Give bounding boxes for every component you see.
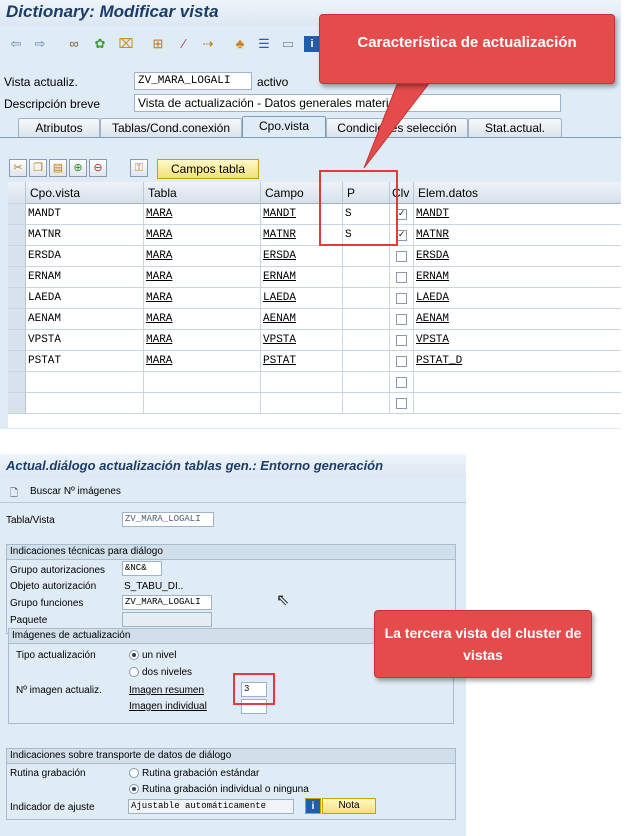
imagen-individual-label: Imagen individual xyxy=(129,701,207,712)
tipo-actualizacion-label: Tipo actualización xyxy=(16,650,96,661)
radio-rutina-individual[interactable] xyxy=(129,784,139,794)
dialog-title: Actual.diálogo actualización tablas gen.… xyxy=(6,458,384,473)
indicador-ajuste-label: Indicador de ajuste xyxy=(10,802,95,813)
radio-rutina-individual-label: Rutina grabación individual o ninguna xyxy=(142,784,309,795)
grupo-aut-label: Grupo autorizaciones xyxy=(10,565,106,576)
tabla-vista-label: Tabla/Vista xyxy=(6,515,55,526)
callout-bottom-text: La tercera vista del cluster de vistas xyxy=(384,625,582,663)
objeto-aut-value: S_TABU_DI.. xyxy=(124,581,184,592)
rutina-grabacion-label: Rutina grabación xyxy=(10,768,86,779)
info-icon[interactable]: i xyxy=(305,798,321,814)
grupo-func-input[interactable]: ZV_MARA_LOGALI xyxy=(122,595,212,610)
radio-rutina-estandar[interactable] xyxy=(129,768,139,778)
callout-tercera-vista: La tercera vista del cluster de vistas xyxy=(374,610,592,678)
grupo-aut-input[interactable]: &NC& xyxy=(122,561,162,576)
callout-caracteristica: Característica de actualización xyxy=(319,14,615,84)
callout-top-text: Característica de actualización xyxy=(357,34,577,51)
transport-group-header: Indicaciones sobre transporte de datos d… xyxy=(7,749,455,764)
radio-dos-niveles-label: dos niveles xyxy=(142,667,193,678)
radio-dos-niveles[interactable] xyxy=(129,667,139,677)
nota-button[interactable]: Nota xyxy=(322,798,376,814)
num-imagen-label: Nº imagen actualiz. xyxy=(16,685,102,696)
imagen-resumen-label: Imagen resumen xyxy=(129,685,205,696)
document-icon: 🗋 xyxy=(10,488,19,499)
tech-group-header: Indicaciones técnicas para diálogo xyxy=(7,545,455,560)
radio-rutina-estandar-label: Rutina grabación estándar xyxy=(142,768,260,779)
radio-un-nivel[interactable] xyxy=(129,650,139,660)
callout-top-pointer xyxy=(363,81,432,169)
indicador-ajuste-field[interactable]: Ajustable automáticamente xyxy=(128,799,294,814)
tabla-vista-field: ZV_MARA_LOGALI xyxy=(122,512,214,527)
paquete-label: Paquete xyxy=(10,615,48,626)
paquete-input[interactable] xyxy=(122,612,212,627)
radio-un-nivel-label: un nivel xyxy=(142,650,177,661)
buscar-imagenes-button[interactable]: Buscar Nº imágenes xyxy=(30,486,121,497)
grupo-func-label: Grupo funciones xyxy=(10,598,84,609)
cursor-icon: ⇖ xyxy=(276,592,290,609)
dialog-title-bar: Actual.diálogo actualización tablas gen.… xyxy=(0,454,466,478)
objeto-aut-label: Objeto autorización xyxy=(10,581,97,592)
toolbar-divider xyxy=(0,502,466,503)
highlight-imagen-resumen xyxy=(233,673,275,705)
